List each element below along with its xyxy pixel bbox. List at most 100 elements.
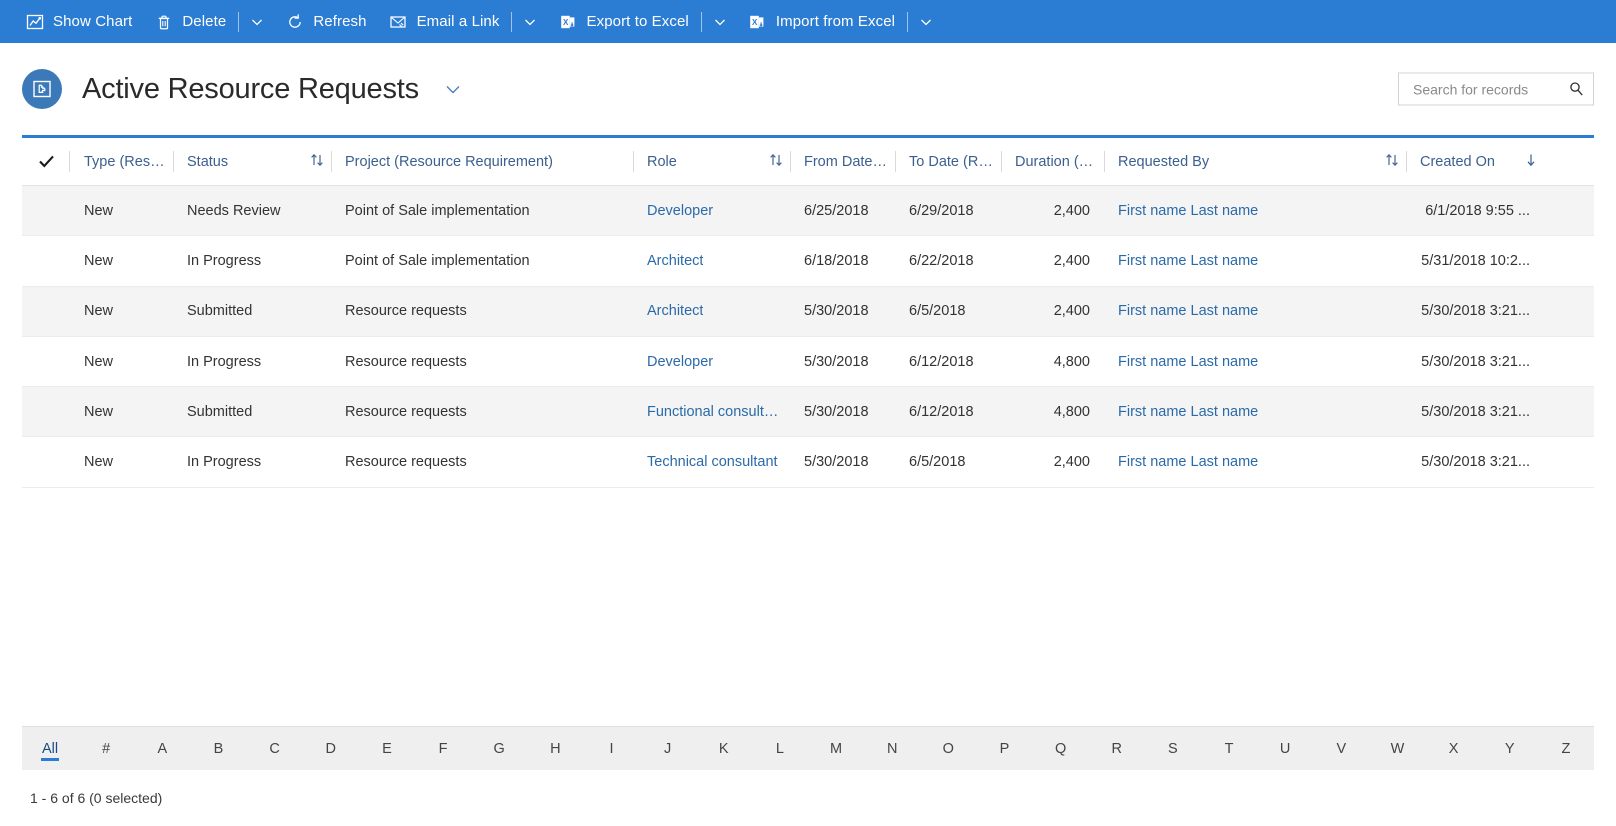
sort-descending-icon[interactable] (1516, 152, 1538, 171)
cell-role[interactable]: Technical consultant (633, 437, 790, 486)
row-select-checkbox[interactable] (22, 186, 70, 235)
alpha-filter-v[interactable]: V (1313, 727, 1369, 771)
cell-type: New (70, 236, 173, 285)
alpha-filter-k[interactable]: K (696, 727, 752, 771)
table-row[interactable]: NewIn ProgressResource requestsTechnical… (22, 437, 1594, 487)
column-header-4[interactable]: From Date (... (790, 138, 895, 185)
alpha-filter-t[interactable]: T (1201, 727, 1257, 771)
cell-project: Point of Sale implementation (331, 236, 633, 285)
refresh-label: Refresh (313, 13, 366, 30)
cell-text: 6/18/2018 (804, 253, 869, 269)
alpha-filter-z[interactable]: Z (1538, 727, 1594, 771)
cell-role[interactable]: Architect (633, 236, 790, 285)
sort-toggle-icon[interactable] (760, 152, 784, 171)
column-header-0[interactable]: Type (Reso... (70, 138, 173, 185)
email-link-icon (389, 12, 408, 31)
row-select-checkbox[interactable] (22, 236, 70, 285)
alpha-filter-p[interactable]: P (976, 727, 1032, 771)
cell-text: Developer (647, 203, 713, 219)
search-box[interactable] (1398, 73, 1594, 106)
alpha-filter-j[interactable]: J (640, 727, 696, 771)
trash-icon (154, 12, 173, 31)
alpha-filter-m[interactable]: M (808, 727, 864, 771)
grid-status-bar: 1 - 6 of 6 (0 selected) (0, 770, 1616, 826)
cell-role[interactable]: Functional consultant (633, 387, 790, 436)
cell-role[interactable]: Developer (633, 337, 790, 386)
delete-overflow-button[interactable] (240, 0, 274, 43)
table-row[interactable]: NewNeeds ReviewPoint of Sale implementat… (22, 186, 1594, 236)
export-to-excel-button[interactable]: X Export to Excel (547, 0, 699, 43)
column-header-3[interactable]: Role (633, 138, 790, 185)
alpha-filter-i[interactable]: I (583, 727, 639, 771)
cell-text: New (84, 404, 113, 420)
column-header-1[interactable]: Status (173, 138, 331, 185)
alpha-filter-d[interactable]: D (303, 727, 359, 771)
table-row[interactable]: New In Progress Point of Sale implementati… (22, 236, 1594, 286)
email-a-link-overflow-button[interactable] (513, 0, 547, 43)
cell-role[interactable]: Developer (633, 186, 790, 235)
export-to-excel-overflow-button[interactable] (703, 0, 737, 43)
cell-role[interactable]: Architect (633, 287, 790, 336)
cell-from-date: 5/30/2018 (790, 287, 895, 336)
alpha-filter-u[interactable]: U (1257, 727, 1313, 771)
cell-project: Point of Sale implementation (331, 186, 633, 235)
cell-requested-by[interactable]: First name Last name (1104, 236, 1406, 285)
cell-requested-by[interactable]: First name Last name (1104, 437, 1406, 486)
alpha-filter-a[interactable]: A (134, 727, 190, 771)
alpha-filter-hash[interactable]: # (78, 727, 134, 771)
alpha-filter-g[interactable]: G (471, 727, 527, 771)
view-selector-button[interactable] (437, 73, 469, 105)
column-header-8[interactable]: Created On (1406, 138, 1544, 185)
email-a-link-button[interactable]: Email a Link (378, 0, 511, 43)
search-icon[interactable] (1568, 81, 1585, 98)
table-row[interactable]: NewSubmittedResource requestsArchitect5/… (22, 287, 1594, 337)
cell-text: Developer (647, 354, 713, 370)
cell-requested-by[interactable]: First name Last name (1104, 186, 1406, 235)
alpha-filter-n[interactable]: N (864, 727, 920, 771)
cell-status: In Progress (173, 437, 331, 486)
search-input[interactable] (1411, 80, 1568, 98)
cell-text: In Progress (187, 253, 261, 269)
alpha-filter-o[interactable]: O (920, 727, 976, 771)
cell-requested-by[interactable]: First name Last name (1104, 337, 1406, 386)
sort-toggle-icon[interactable] (1376, 152, 1400, 171)
column-header-2[interactable]: Project (Resource Requirement) (331, 138, 633, 185)
alpha-filter-q[interactable]: Q (1033, 727, 1089, 771)
alpha-filter-e[interactable]: E (359, 727, 415, 771)
alpha-filter-x[interactable]: X (1426, 727, 1482, 771)
row-select-checkbox[interactable] (22, 387, 70, 436)
show-chart-button[interactable]: Show Chart (14, 0, 143, 43)
row-select-checkbox[interactable] (22, 437, 70, 486)
import-from-excel-button[interactable]: X Import from Excel (737, 0, 906, 43)
delete-button[interactable]: Delete (143, 0, 237, 43)
select-all-checkbox[interactable] (22, 138, 70, 185)
cell-requested-by[interactable]: First name Last name (1104, 287, 1406, 336)
alpha-filter-b[interactable]: B (190, 727, 246, 771)
cell-text: 2,400 (1054, 303, 1090, 319)
cell-text: 6/22/2018 (909, 253, 974, 269)
column-header-6[interactable]: Duration (R... (1001, 138, 1104, 185)
table-row[interactable]: NewIn ProgressResource requestsDeveloper… (22, 337, 1594, 387)
alpha-filter-r[interactable]: R (1089, 727, 1145, 771)
alpha-filter-f[interactable]: F (415, 727, 471, 771)
cell-text: 5/30/2018 3:21... (1421, 454, 1530, 470)
import-from-excel-overflow-button[interactable] (909, 0, 943, 43)
column-header-5[interactable]: To Date (Re... (895, 138, 1001, 185)
alpha-filter-s[interactable]: S (1145, 727, 1201, 771)
sort-toggle-icon[interactable] (301, 152, 325, 171)
cell-requested-by[interactable]: First name Last name (1104, 387, 1406, 436)
alpha-filter-h[interactable]: H (527, 727, 583, 771)
refresh-button[interactable]: Refresh (274, 0, 377, 43)
row-select-checkbox[interactable] (22, 337, 70, 386)
column-header-7[interactable]: Requested By (1104, 138, 1406, 185)
row-select-checkbox[interactable] (22, 287, 70, 336)
alpha-filter-c[interactable]: C (247, 727, 303, 771)
cell-text: Submitted (187, 303, 252, 319)
grid-header-row: Type (Reso...StatusProject (Resource Req… (22, 138, 1594, 186)
alpha-filter-l[interactable]: L (752, 727, 808, 771)
cell-project: Resource requests (331, 387, 633, 436)
alpha-filter-all[interactable]: All (22, 727, 78, 771)
alpha-filter-w[interactable]: W (1369, 727, 1425, 771)
table-row[interactable]: NewSubmittedResource requestsFunctional … (22, 387, 1594, 437)
alpha-filter-y[interactable]: Y (1482, 727, 1538, 771)
